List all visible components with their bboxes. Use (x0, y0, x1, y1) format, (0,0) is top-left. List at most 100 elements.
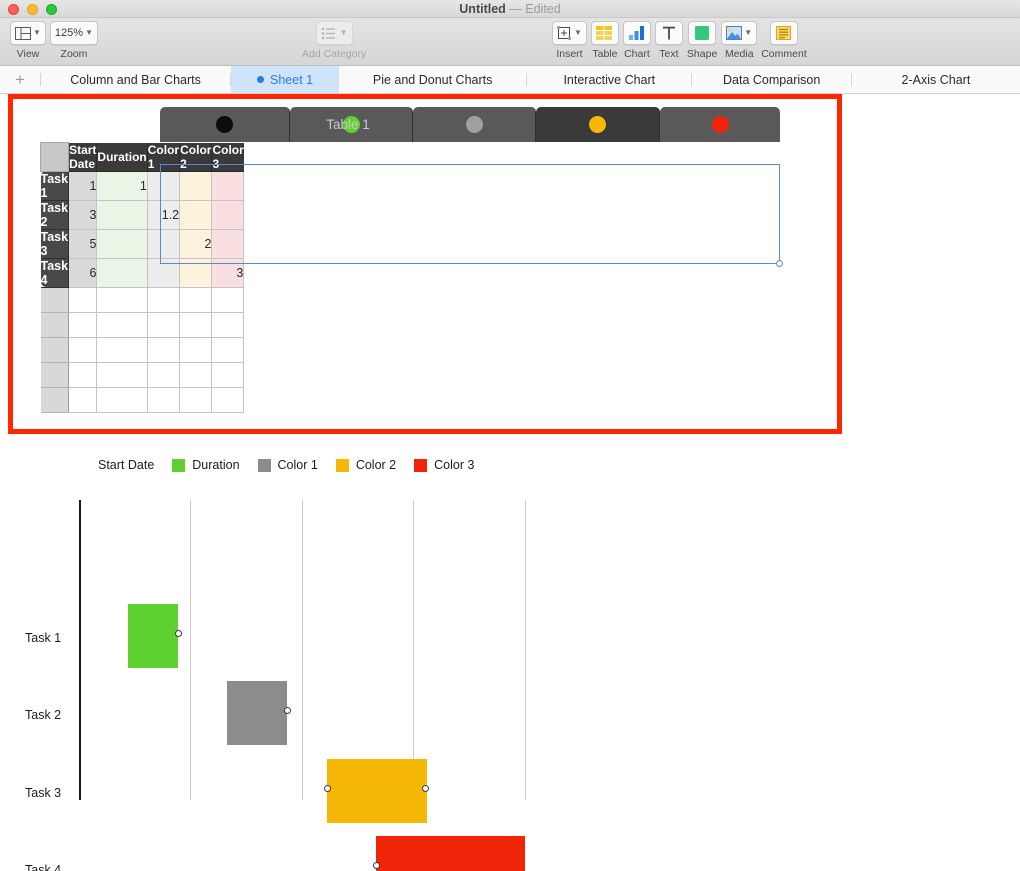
tab-interactive-chart[interactable]: Interactive Chart (527, 66, 691, 93)
bar-handle-task-3-start[interactable] (324, 785, 331, 792)
cell-empty[interactable] (69, 387, 97, 412)
bar-handle-task-3-end[interactable] (422, 785, 429, 792)
series-color-dot-red[interactable] (712, 116, 729, 133)
column-header-start-date[interactable]: Start Date (69, 143, 97, 172)
toolbar-item-insert[interactable]: ▼ Insert (552, 18, 587, 60)
cell-task-1-duration[interactable]: 1 (97, 171, 147, 200)
cell-task-3-duration[interactable] (97, 229, 147, 258)
row-header-empty[interactable] (41, 287, 69, 312)
cell-empty[interactable] (97, 287, 147, 312)
toolbar-item-chart[interactable]: Chart (623, 18, 651, 60)
series-color-dot-yellow[interactable] (589, 116, 606, 133)
bar-task-2-color-1[interactable] (227, 681, 287, 745)
legend-item-color-2[interactable]: Color 2 (336, 458, 396, 472)
row-header-empty[interactable] (41, 312, 69, 337)
table-grid[interactable]: Start Date Duration Color 1 Color 2 Colo… (40, 142, 244, 413)
bar-handle-task-1-end[interactable] (175, 630, 182, 637)
cell-task-3-color-3[interactable] (212, 229, 244, 258)
cell-empty[interactable] (147, 362, 179, 387)
cell-empty[interactable] (212, 362, 244, 387)
chart-legend[interactable]: Start Date Duration Color 1 Color 2 Colo… (98, 458, 492, 472)
cell-task-3-color-1[interactable] (147, 229, 179, 258)
cell-empty[interactable] (97, 387, 147, 412)
cell-empty[interactable] (69, 312, 97, 337)
column-band-color-1[interactable] (413, 107, 536, 142)
legend-item-duration[interactable]: Duration (172, 458, 239, 472)
cell-empty[interactable] (147, 287, 179, 312)
column-header-color-3[interactable]: Color 3 (212, 143, 244, 172)
cell-empty[interactable] (212, 312, 244, 337)
cell-empty[interactable] (180, 362, 212, 387)
bar-task-1-duration[interactable] (128, 604, 178, 668)
cell-empty[interactable] (97, 362, 147, 387)
tab-column-and-bar-charts[interactable]: Column and Bar Charts (41, 66, 230, 93)
view-button[interactable]: ▼ (10, 21, 46, 45)
column-band-start-date[interactable] (160, 107, 290, 142)
legend-item-start-date[interactable]: Start Date (98, 458, 154, 472)
cell-empty[interactable] (180, 337, 212, 362)
toolbar-item-zoom[interactable]: 125% ▼ Zoom (50, 18, 98, 60)
bar-task-3-color-2[interactable] (327, 759, 427, 823)
table-button[interactable] (591, 21, 619, 45)
add-sheet-button[interactable]: + (0, 66, 40, 93)
cell-task-4-color-1[interactable] (147, 258, 179, 287)
table-corner-cell[interactable] (41, 143, 69, 172)
bar-task-4-color-3[interactable] (376, 836, 525, 871)
column-header-color-2[interactable]: Color 2 (180, 143, 212, 172)
series-color-dot-black[interactable] (216, 116, 233, 133)
tab-data-comparison[interactable]: Data Comparison (692, 66, 851, 93)
cell-empty[interactable] (147, 312, 179, 337)
cell-empty[interactable] (180, 387, 212, 412)
cell-task-3-start-date[interactable]: 5 (69, 229, 97, 258)
row-header-empty[interactable] (41, 337, 69, 362)
row-header-task-3[interactable]: Task 3 (41, 229, 69, 258)
chart-button[interactable] (623, 21, 651, 45)
selection-resize-handle[interactable] (776, 260, 783, 267)
toolbar-item-media[interactable]: ▼ Media (721, 18, 757, 60)
tab-pie-and-donut-charts[interactable]: Pie and Donut Charts (339, 66, 526, 93)
tab-2-axis-chart[interactable]: 2-Axis Chart (852, 66, 1020, 93)
column-band-duration[interactable] (290, 107, 413, 142)
column-header-color-1[interactable]: Color 1 (147, 143, 179, 172)
cell-task-2-duration[interactable] (97, 200, 147, 229)
cell-task-4-color-3[interactable]: 3 (212, 258, 244, 287)
toolbar-item-text[interactable]: Text (655, 18, 683, 60)
cell-task-1-start-date[interactable]: 1 (69, 171, 97, 200)
toolbar-item-view[interactable]: ▼ View (10, 18, 46, 60)
bar-handle-task-4-start[interactable] (373, 862, 380, 869)
toolbar-item-add-category[interactable]: ▼ Add Category (302, 18, 366, 60)
zoom-button[interactable]: 125% ▼ (50, 21, 98, 45)
row-header-empty[interactable] (41, 362, 69, 387)
text-button[interactable] (655, 21, 683, 45)
row-header-task-2[interactable]: Task 2 (41, 200, 69, 229)
shape-button[interactable] (688, 21, 716, 45)
toolbar-item-shape[interactable]: Shape (687, 18, 717, 60)
cell-task-4-color-2[interactable] (180, 258, 212, 287)
toolbar-item-table[interactable]: Table (591, 18, 619, 60)
add-category-button[interactable]: ▼ (316, 21, 353, 45)
cell-empty[interactable] (69, 362, 97, 387)
cell-empty[interactable] (212, 387, 244, 412)
row-header-task-4[interactable]: Task 4 (41, 258, 69, 287)
insert-button[interactable]: ▼ (552, 21, 587, 45)
cell-task-2-color-3[interactable] (212, 200, 244, 229)
media-button[interactable]: ▼ (721, 21, 757, 45)
cell-empty[interactable] (69, 337, 97, 362)
cell-task-1-color-1[interactable] (147, 171, 179, 200)
comment-button[interactable] (770, 21, 798, 45)
cell-task-4-start-date[interactable]: 6 (69, 258, 97, 287)
bar-handle-task-2-end[interactable] (284, 707, 291, 714)
gantt-bar-chart[interactable]: Task 1 Task 2 Task 3 Task 4 0 2.25 4.5 6… (0, 490, 1020, 830)
cell-task-2-color-1[interactable]: 1.2 (147, 200, 179, 229)
cell-empty[interactable] (97, 312, 147, 337)
cell-task-1-color-3[interactable] (212, 171, 244, 200)
legend-item-color-1[interactable]: Color 1 (258, 458, 318, 472)
table-selection-frame[interactable]: Table 1 Start Date Duration Color 1 Colo… (8, 94, 842, 434)
toolbar-item-comment[interactable]: Comment (761, 18, 807, 60)
cell-empty[interactable] (212, 287, 244, 312)
series-color-dot-green[interactable] (343, 116, 360, 133)
cell-task-1-color-2[interactable] (180, 171, 212, 200)
cell-empty[interactable] (97, 337, 147, 362)
cell-empty[interactable] (69, 287, 97, 312)
cell-empty[interactable] (147, 387, 179, 412)
